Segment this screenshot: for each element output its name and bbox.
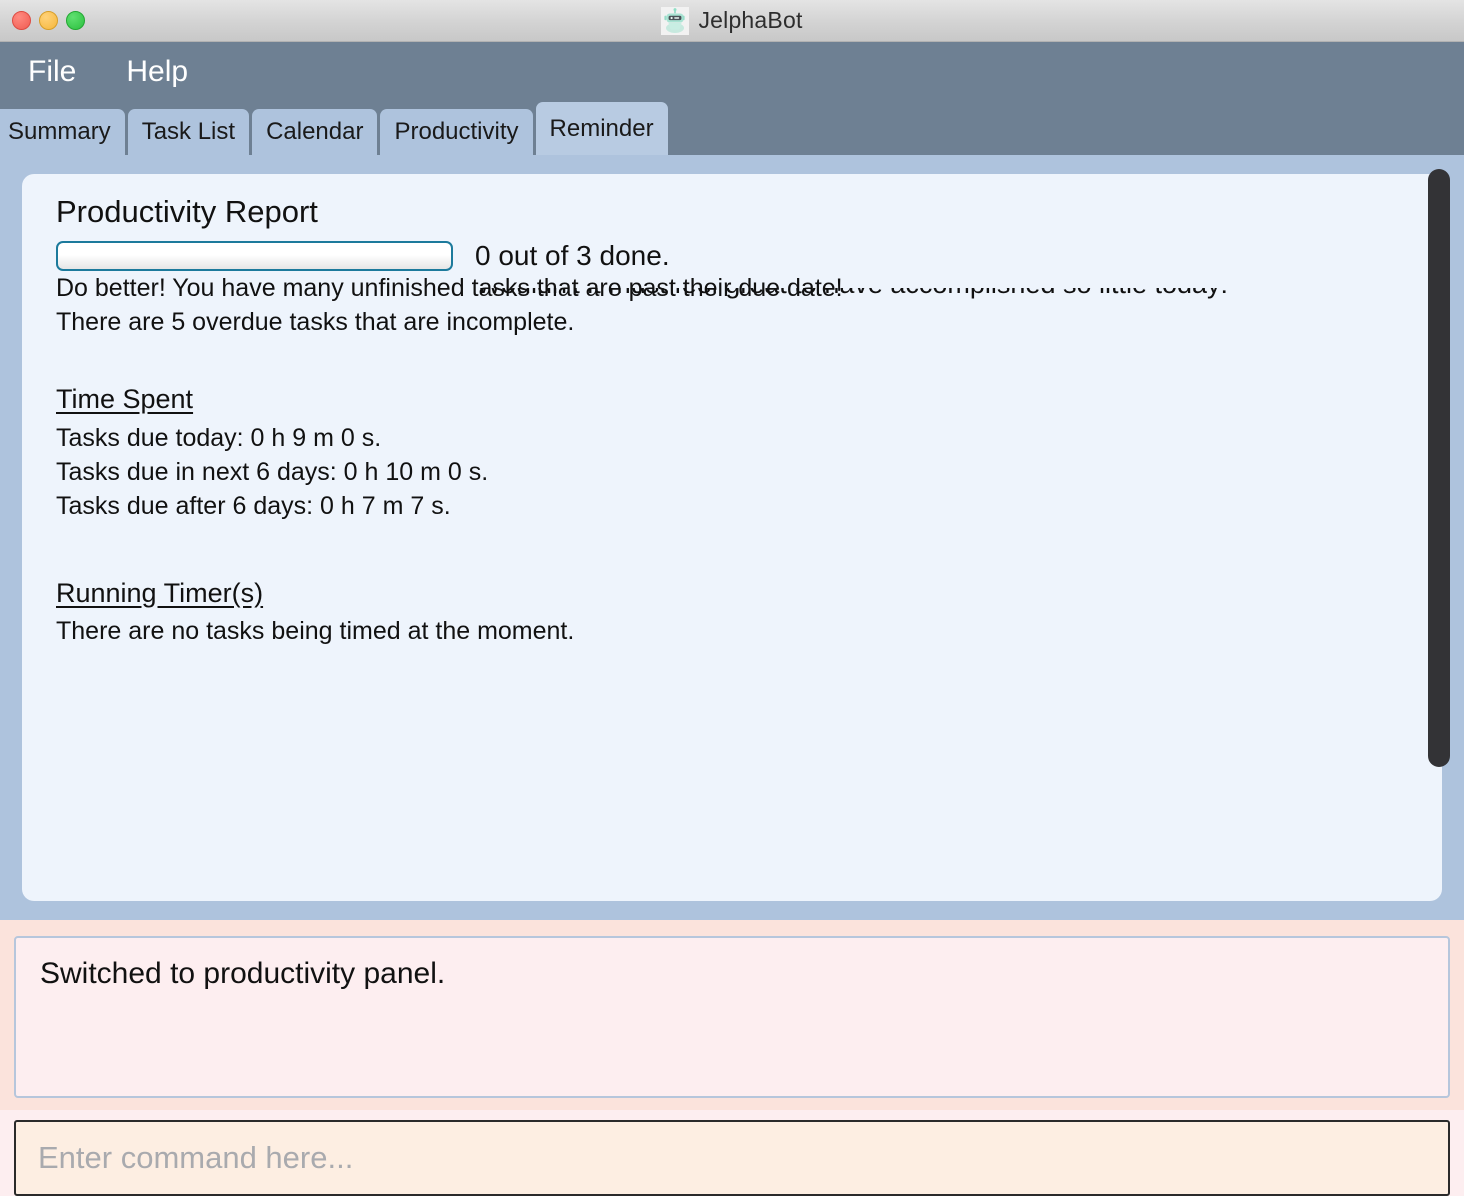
encouragement-message-text: Wouldn't it must feel great to have acco… [476,288,1266,298]
time-spent-after-6-days: Tasks due after 6 days: 0 h 7 m 7 s. [56,491,451,520]
encouragement-message-clipped: Wouldn't it must feel great to have acco… [476,288,1266,305]
tab-task-list[interactable]: Task List [127,109,250,155]
close-window-button[interactable] [12,11,31,30]
panel-scrollbar-thumb[interactable] [1428,169,1450,767]
tab-productivity[interactable]: Productivity [380,109,533,155]
time-spent-today: Tasks due today: 0 h 9 m 0 s. [56,423,382,452]
minimize-window-button[interactable] [39,11,58,30]
app-window: JelphaBot File Help Summary Task List Ca… [0,0,1464,1196]
zoom-window-button[interactable] [66,11,85,30]
content-area: Productivity Report 0 out of 3 done. Wou… [0,155,1464,920]
time-spent-heading: Time Spent [56,384,194,414]
completion-progress-bar [56,241,453,271]
menu-bar: File Help [0,42,1464,102]
menu-item-file[interactable]: File [24,55,80,89]
menu-item-help[interactable]: Help [122,55,192,89]
result-display-box: Switched to productivity panel. [14,936,1450,1098]
tab-summary[interactable]: Summary [0,109,125,155]
page-title: Productivity Report [56,194,318,229]
window-titlebar: JelphaBot [0,0,1464,42]
progress-label: 0 out of 3 done. [475,240,670,271]
command-input-region [0,1110,1464,1196]
progress-row: 0 out of 3 done. Wouldn't it must feel g… [56,240,1412,298]
command-input[interactable] [38,1140,1426,1176]
time-spent-next-6-days: Tasks due in next 6 days: 0 h 10 m 0 s. [56,457,489,486]
command-input-box[interactable] [14,1120,1450,1196]
running-timers-heading: Running Timer(s) [56,577,264,608]
running-timers-status: There are no tasks being timed at the mo… [56,617,575,646]
panel-scrollbar[interactable] [1428,169,1450,906]
result-display-region: Switched to productivity panel. [0,920,1464,1110]
tab-reminder[interactable]: Reminder [535,102,668,155]
window-title: JelphaBot [698,7,803,33]
robot-icon [661,6,690,35]
window-title-group: JelphaBot [0,0,1464,41]
window-controls [0,11,85,30]
overdue-count-line: There are 5 overdue tasks that are incom… [56,308,575,336]
tab-bar: Summary Task List Calendar Productivity … [0,102,1464,155]
productivity-report-panel: Productivity Report 0 out of 3 done. Wou… [22,174,1442,901]
result-message: Switched to productivity panel. [40,957,446,990]
tab-calendar[interactable]: Calendar [252,109,378,155]
